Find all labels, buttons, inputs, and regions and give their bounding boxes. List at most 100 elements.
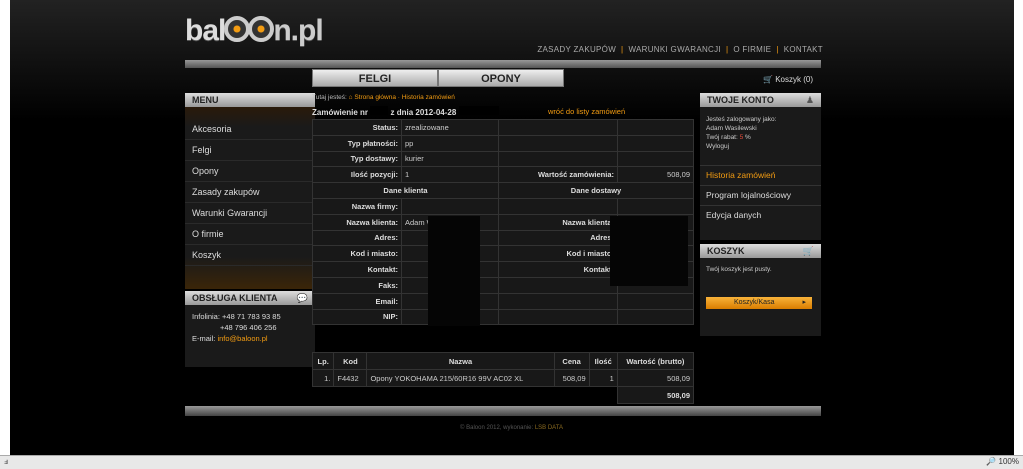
header-cart[interactable]: 🛒 Koszyk (0) (763, 75, 813, 84)
window-frame-left (0, 0, 10, 455)
checkout-button[interactable]: Koszyk/Kasa ▸ (706, 297, 812, 309)
cell-lp: 1. (311, 369, 335, 387)
back-to-orders-link[interactable]: wróć do listy zamówień (548, 107, 625, 116)
cart-icon: 🛒 (802, 246, 814, 256)
order-value-label: Wartość zamówienia: (498, 166, 618, 184)
nav-kontakt[interactable]: KONTAKT (784, 45, 823, 54)
footer: © Baloon 2012, wykonanie: LSB DATA (0, 425, 1023, 431)
logged-as-text: Jesteś zalogowany jako: (706, 116, 777, 123)
redaction-block (428, 216, 480, 326)
customer-service-box: OBSŁUGA KLIENTA 💬 Infolinia: +48 71 783 … (185, 291, 315, 367)
home-icon: ⌂ (348, 94, 353, 101)
column-header-cena: Cena (553, 352, 590, 370)
user-icon: ♟ (805, 95, 814, 105)
support-email-link[interactable]: info@baloon.pl (217, 334, 267, 343)
site-logo[interactable]: bal n.pl (185, 14, 324, 48)
sidebar-item-opony[interactable]: Opony (185, 161, 315, 182)
logo-ring-icon (224, 16, 251, 42)
cell-nazwa: Opony YOKOHAMA 215/60R16 99V AC02 XL (366, 369, 555, 387)
sidebar-menu: MENU Akcesoria Felgi Opony Zasady zakupó… (185, 93, 315, 289)
menu-title: MENU (185, 93, 315, 107)
top-nav: ZASADY ZAKUPÓW | WARUNKI GWARANCJI | O FIRMI… (537, 45, 823, 54)
link-edycja-danych[interactable]: Edycja danych (700, 205, 821, 225)
cart-box: KOSZYK 🛒 Twój koszyk jest pusty. (700, 244, 821, 336)
sidebar-item-felgi[interactable]: Felgi (185, 140, 315, 161)
nav-o-firmie[interactable]: O FIRMIE (733, 45, 771, 54)
items-count-label: Ilość pozycji: (312, 166, 402, 184)
discount-value: 5 (739, 134, 744, 141)
cart-icon: 🛒 (763, 75, 773, 84)
logo-text-end: n.pl (273, 14, 323, 47)
shipping-contact-label: Kontakt: (498, 261, 618, 278)
logout-link[interactable]: Wyloguj (706, 142, 815, 151)
nav-warunki-gwarancji[interactable]: WARUNKI GWARANCJI (628, 45, 721, 54)
items-count-value: 1 (401, 166, 499, 184)
zip-city-label: Kod i miasto: (312, 245, 402, 263)
client-data-header: Dane klienta (312, 182, 499, 199)
order-date: z dnia 2012-04-28 (390, 108, 457, 117)
account-box: TWOJE KONTO ♟ Jesteś zalogowany jako: Ad… (700, 93, 821, 240)
breadcrumb-current[interactable]: Historia zamówień (402, 94, 455, 101)
status-right: 🔎 100% (986, 457, 1019, 466)
email-label: E-mail: (192, 334, 216, 343)
footer-bar (185, 406, 821, 416)
header-cart-label: Koszyk (0) (775, 75, 813, 84)
sidebar-item-warunki-gwarancji[interactable]: Warunki Gwarancji (185, 203, 315, 224)
delivery-type-label: Typ dostawy: (312, 150, 402, 168)
sidebar-item-koszyk[interactable]: Koszyk (185, 245, 315, 266)
tab-opony[interactable]: OPONY (438, 69, 564, 87)
breadcrumb-prefix: Tutaj jesteś: (312, 94, 347, 101)
email-field-label: Email: (312, 292, 402, 310)
header-bar (185, 60, 821, 68)
nav-separator: | (776, 45, 779, 54)
order-heading: Zamówienie nr z dnia 2012-04-28 wróć do … (312, 106, 694, 120)
link-historia-zamowien[interactable]: Historia zamówień (700, 165, 821, 185)
contact-label: Kontakt: (312, 261, 402, 278)
support-title: OBSŁUGA KLIENTA 💬 (185, 291, 315, 305)
user-name: Adam Wasilewski (706, 125, 757, 132)
fax-label: Faks: (312, 276, 402, 294)
order-title-prefix: Zamówienie nr (312, 108, 369, 117)
window-frame-right (1014, 0, 1023, 455)
nav-zasady-zakupow[interactable]: ZASADY ZAKUPÓW (537, 45, 616, 54)
phone-2: +48 796 406 256 (220, 323, 277, 332)
footer-maker-link[interactable]: LSB DATA (535, 425, 563, 431)
products-table: Lp. Kod Nazwa Cena Ilość Wartość (brutto… (311, 352, 695, 404)
cart-empty-text: Twój koszyk jest pusty. (706, 266, 772, 273)
sidebar-item-o-firmie[interactable]: O firmie (185, 224, 315, 245)
browser-status-bar: ⅎ 🔎 100% (0, 455, 1023, 469)
phone-1: +48 71 783 93 85 (222, 312, 281, 321)
breadcrumb-separator: · (397, 94, 400, 101)
shipping-data-header: Dane dostawy (498, 182, 694, 199)
company-name-label: Nazwa firmy: (312, 197, 402, 215)
delivery-type-value: kurier (401, 150, 499, 168)
tab-felgi[interactable]: FELGI (312, 69, 438, 87)
status-value: zrealizowane (401, 119, 499, 136)
column-header-wartosc: Wartość (brutto) (616, 352, 695, 370)
chat-icon: 💬 (296, 293, 308, 303)
address-label: Adres: (312, 229, 402, 247)
sidebar-item-zasady-zakupow[interactable]: Zasady zakupów (185, 182, 315, 203)
client-name-label: Nazwa klienta: (312, 213, 402, 231)
cell-wartosc: 508,09 (616, 369, 695, 387)
sidebar-item-akcesoria[interactable]: Akcesoria (185, 119, 315, 140)
table-row: 1. F4432 Opony YOKOHAMA 215/60R16 99V AC… (311, 369, 695, 387)
zoom-icon: 🔎 (986, 457, 997, 466)
shipping-zip-city-label: Kod i miasto: (498, 245, 618, 263)
shipping-address-label: Adres: (498, 229, 618, 247)
nav-separator: | (725, 45, 729, 54)
column-header-kod: Kod (333, 352, 368, 370)
zoom-level[interactable]: 100% (999, 457, 1019, 466)
cart-title: KOSZYK 🛒 (700, 244, 821, 258)
breadcrumb: Tutaj jesteś: ⌂ Strona główna · Historia… (312, 94, 455, 101)
breadcrumb-home[interactable]: Strona główna (354, 94, 396, 101)
products-total: 508,09 (616, 386, 695, 404)
logo-text-start: bal (185, 14, 226, 47)
column-header-lp: Lp. (311, 352, 335, 370)
infolinia-label: Infolinia: (192, 312, 220, 321)
discount-line: Twój rabat: 5 % (706, 134, 751, 141)
cell-kod: F4432 (333, 369, 368, 387)
link-program-lojalnosciowy[interactable]: Program lojalnościowy (700, 185, 821, 205)
nav-separator: | (621, 45, 624, 54)
column-header-ilosc: Ilość (588, 352, 618, 370)
